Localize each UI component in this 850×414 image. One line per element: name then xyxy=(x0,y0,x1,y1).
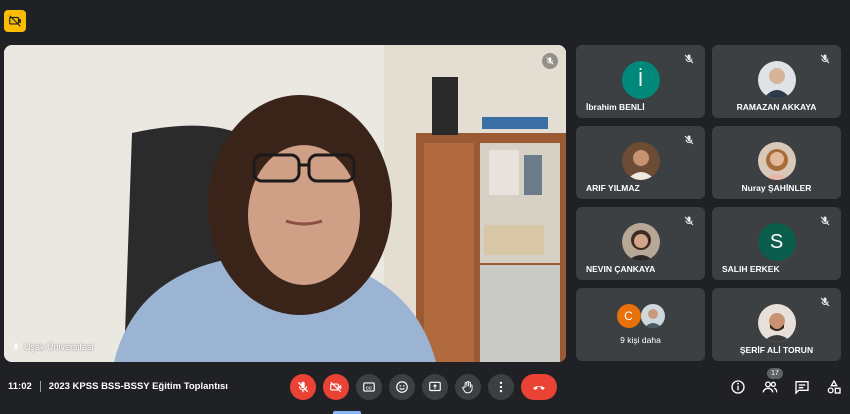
participant-tile-4[interactable]: Nuray ŞAHİNLER xyxy=(712,126,841,199)
chat-icon[interactable] xyxy=(793,378,811,396)
more-participants-tile[interactable]: C 9 kişi daha xyxy=(576,288,705,361)
avatar xyxy=(621,223,660,261)
presentation-off-icon[interactable] xyxy=(4,10,26,32)
avatar xyxy=(757,142,796,180)
mic-off-icon xyxy=(684,216,694,226)
people-icon[interactable] xyxy=(761,378,779,396)
meet-window: Uşak Üniversitesi İ İbrahim BENLİ RAMAZA… xyxy=(0,0,850,414)
main-speaker-name: Uşak Üniversitesi xyxy=(12,342,94,352)
mic-off-icon xyxy=(684,135,694,145)
activities-icon[interactable] xyxy=(825,378,843,396)
participant-name: NEVIN ÇANKAYA xyxy=(586,264,656,274)
svg-text:CC: CC xyxy=(366,385,372,390)
mic-off-icon[interactable] xyxy=(290,374,316,400)
avatar xyxy=(757,61,796,99)
participant-name: ŞERİF ALİ TORUN xyxy=(739,345,814,355)
mic-off-icon xyxy=(684,54,694,64)
participant-name: SALIH ERKEK xyxy=(722,264,780,274)
participant-tile-6[interactable]: S SALIH ERKEK xyxy=(712,207,841,280)
divider xyxy=(39,381,41,392)
captions-icon[interactable]: CC xyxy=(356,374,382,400)
avatar: S xyxy=(757,223,796,261)
emoji-icon[interactable] xyxy=(389,374,415,400)
participant-name: İbrahim BENLİ xyxy=(586,102,645,112)
mic-off-icon xyxy=(542,53,558,69)
avatar: İ xyxy=(621,61,660,99)
participant-tile-5[interactable]: NEVIN ÇANKAYA xyxy=(576,207,705,280)
more-participants-label: 9 kişi daha xyxy=(620,335,661,345)
pin-icon xyxy=(13,343,19,351)
meeting-info: 11:02 2023 KPSS BSS-BSSY Eğitim Toplantı… xyxy=(8,381,228,392)
bottom-toolbar: 11:02 2023 KPSS BSS-BSSY Eğitim Toplantı… xyxy=(0,368,850,414)
avatar xyxy=(757,304,796,342)
present-screen-icon[interactable] xyxy=(422,374,448,400)
raise-hand-icon[interactable] xyxy=(455,374,481,400)
participant-name: Nuray ŞAHİNLER xyxy=(741,183,812,193)
meeting-title: 2023 KPSS BSS-BSSY Eğitim Toplantısı xyxy=(48,381,228,392)
avatar xyxy=(621,142,660,180)
participant-tile-1[interactable]: İ İbrahim BENLİ xyxy=(576,45,705,118)
avatar: C xyxy=(616,304,641,328)
participant-tile-8[interactable]: ŞERİF ALİ TORUN xyxy=(712,288,841,361)
more-options-icon[interactable] xyxy=(488,374,514,400)
info-icon[interactable] xyxy=(729,378,747,396)
avatar xyxy=(640,304,665,328)
more-avatars: C xyxy=(616,304,665,328)
mic-off-icon xyxy=(820,54,830,64)
mic-off-icon xyxy=(820,297,830,307)
participant-name: RAMAZAN AKKAYA xyxy=(736,102,817,112)
participant-count-badge: 17 xyxy=(767,368,783,379)
call-controls: CC xyxy=(290,374,557,400)
main-speaker-label: Uşak Üniversitesi xyxy=(24,342,94,352)
mic-off-icon xyxy=(820,216,830,226)
camera-off-icon[interactable] xyxy=(323,374,349,400)
participant-tile-3[interactable]: ARIF YILMAZ xyxy=(576,126,705,199)
speaker-video-frame xyxy=(4,45,566,362)
side-panel-controls xyxy=(729,378,843,396)
participant-tile-2[interactable]: RAMAZAN AKKAYA xyxy=(712,45,841,118)
hang-up-icon[interactable] xyxy=(521,374,557,400)
main-speaker-video[interactable]: Uşak Üniversitesi xyxy=(4,45,566,362)
meeting-time: 11:02 xyxy=(8,381,32,392)
participant-name: ARIF YILMAZ xyxy=(586,183,640,193)
